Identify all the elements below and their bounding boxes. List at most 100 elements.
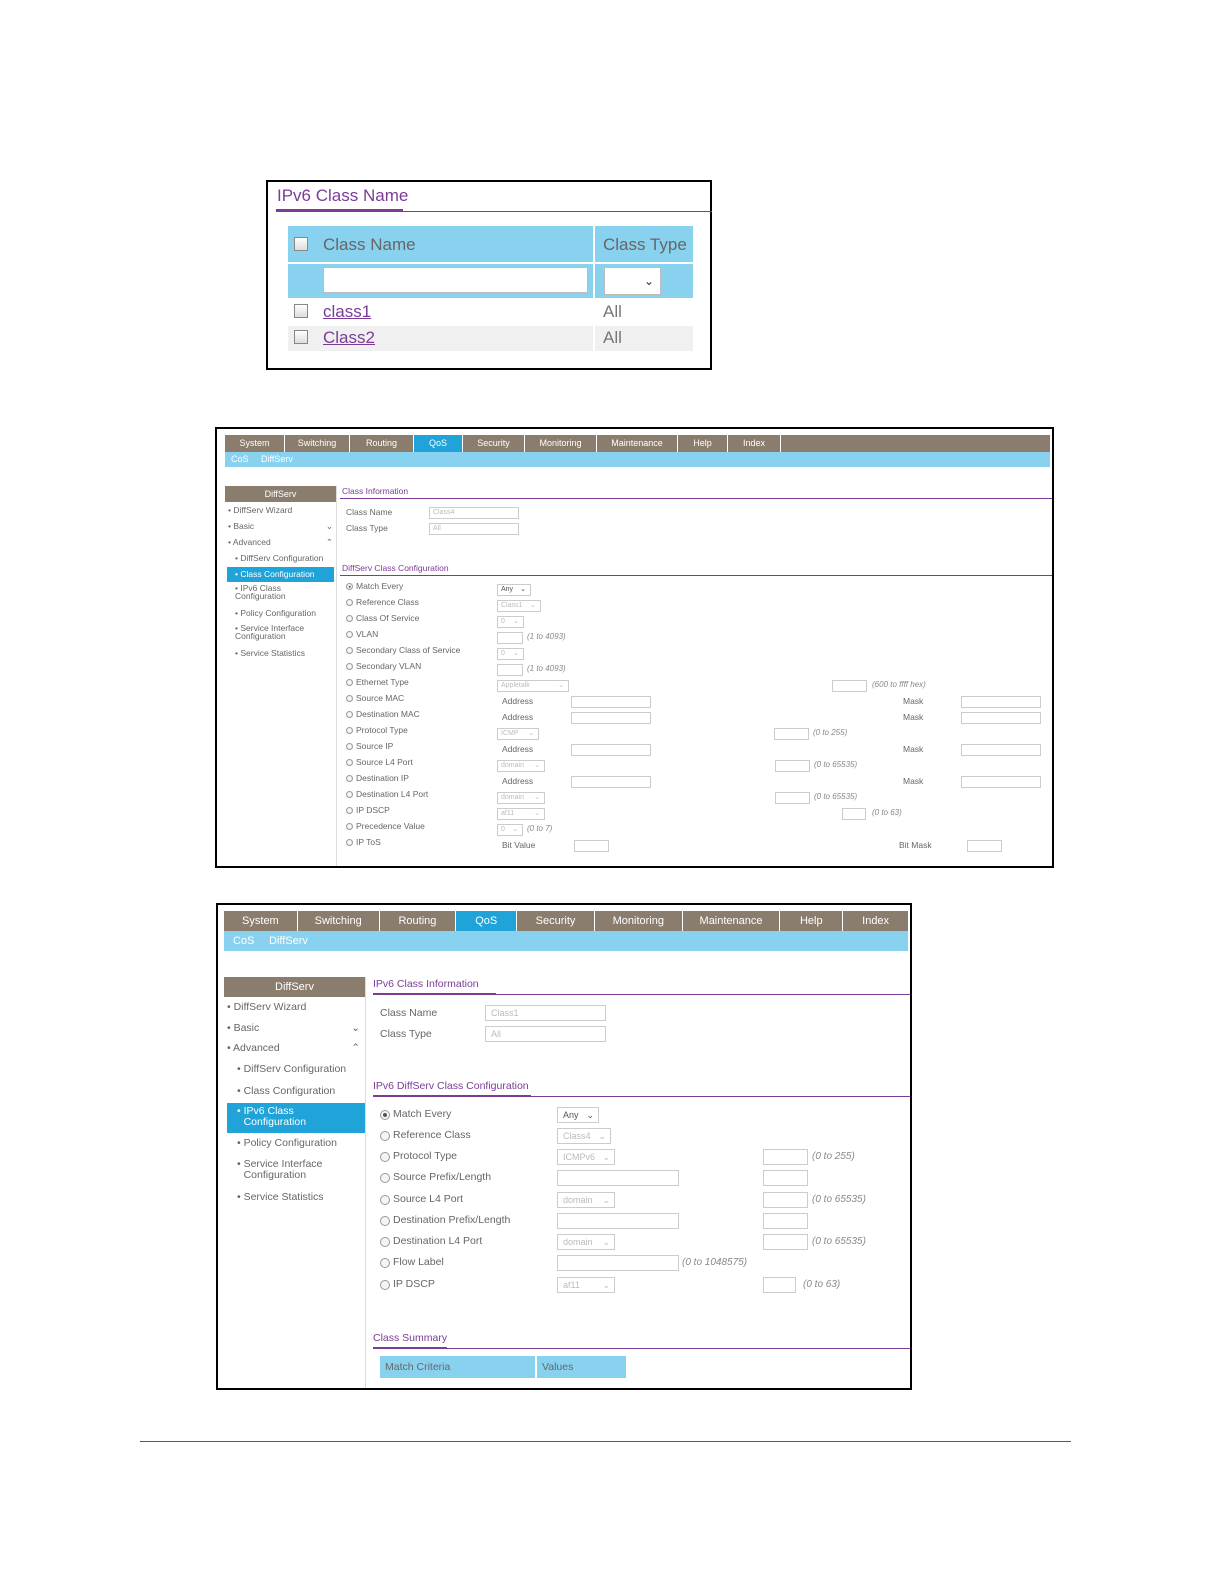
protocol-number-input[interactable] [774, 728, 809, 740]
destination-ip-mask-input[interactable] [961, 776, 1041, 788]
nav-security[interactable]: Security [463, 435, 525, 452]
destination-prefix-input[interactable] [557, 1213, 679, 1229]
ethernet-type-select[interactable]: Appletalk ⌄ [497, 680, 569, 692]
class-name-filter-input[interactable] [323, 267, 588, 293]
source-l4-port-input[interactable] [775, 760, 810, 772]
sidebar-item-basic[interactable]: • Basic ⌄ [228, 521, 333, 531]
destination-ip-address-input[interactable] [571, 776, 651, 788]
destination-prefix-length-input[interactable] [763, 1213, 808, 1229]
source-l4-port-radio[interactable] [346, 759, 353, 766]
vlan-radio[interactable] [346, 631, 353, 638]
sidebar-item-diffserv-configuration[interactable]: • DiffServ Configuration [235, 553, 323, 563]
class-of-service-radio[interactable] [346, 615, 353, 622]
source-mac-address-input[interactable] [571, 696, 651, 708]
source-l4-port-select[interactable]: domain ⌄ [497, 760, 545, 772]
sidebar-item-class-configuration[interactable]: • Class Configuration [227, 567, 334, 582]
nav-system[interactable]: System [225, 435, 285, 452]
secondary-vlan-input[interactable] [497, 664, 523, 676]
sidebar-item-advanced[interactable]: • Advanced ⌃ [227, 1042, 360, 1054]
sidebar-item-class-configuration[interactable]: • Class Configuration [237, 1085, 335, 1097]
nav-routing[interactable]: Routing [380, 911, 457, 931]
protocol-type-radio[interactable] [380, 1152, 390, 1162]
reference-class-select[interactable]: Class1 ⌄ [497, 600, 541, 612]
source-l4-port-input[interactable] [763, 1192, 808, 1208]
destination-l4-port-select[interactable]: domain ⌄ [557, 1234, 615, 1250]
match-every-select[interactable]: Any ⌄ [497, 584, 531, 596]
nav-switching[interactable]: Switching [298, 911, 380, 931]
sidebar-item-service-interface-configuration[interactable]: • Service Interface Configuration [237, 1159, 339, 1181]
ip-dscp-select[interactable]: af11 ⌄ [557, 1277, 615, 1293]
match-every-radio[interactable] [380, 1110, 390, 1120]
nav-help[interactable]: Help [780, 911, 844, 931]
ethernet-type-radio[interactable] [346, 679, 353, 686]
select-all-checkbox[interactable] [294, 237, 308, 251]
source-prefix-length-input[interactable] [763, 1170, 808, 1186]
destination-mac-address-input[interactable] [571, 712, 651, 724]
subnav-diffserv[interactable]: DiffServ [269, 935, 308, 947]
protocol-number-input[interactable] [763, 1149, 808, 1165]
source-ip-radio[interactable] [346, 743, 353, 750]
destination-prefix-length-radio[interactable] [380, 1216, 390, 1226]
ip-dscp-input[interactable] [763, 1277, 796, 1293]
nav-qos[interactable]: QoS [456, 911, 518, 931]
nav-maintenance[interactable]: Maintenance [597, 435, 678, 452]
destination-l4-port-radio[interactable] [380, 1237, 390, 1247]
sidebar-item-service-statistics[interactable]: • Service Statistics [235, 648, 305, 658]
subnav-diffserv[interactable]: DiffServ [261, 454, 293, 464]
precedence-value-select[interactable]: 0 ⌄ [497, 824, 523, 836]
sidebar-item-policy-configuration[interactable]: • Policy Configuration [235, 608, 316, 618]
protocol-type-select[interactable]: ICMPv6 ⌄ [557, 1149, 615, 1165]
destination-l4-port-input[interactable] [763, 1234, 808, 1250]
secondary-vlan-radio[interactable] [346, 663, 353, 670]
ip-dscp-radio[interactable] [380, 1280, 390, 1290]
ip-tos-radio[interactable] [346, 839, 353, 846]
class-name-field[interactable]: Class1 [485, 1005, 606, 1021]
precedence-value-radio[interactable] [346, 823, 353, 830]
sidebar-item-diffserv-configuration[interactable]: • DiffServ Configuration [237, 1063, 346, 1075]
subnav-cos[interactable]: CoS [233, 935, 254, 947]
nav-switching[interactable]: Switching [285, 435, 350, 452]
sidebar-item-advanced[interactable]: • Advanced ⌃ [228, 537, 333, 547]
reference-class-radio[interactable] [346, 599, 353, 606]
class-name-field[interactable]: Class4 [429, 507, 519, 519]
source-l4-port-select[interactable]: domain ⌄ [557, 1192, 615, 1208]
sidebar-item-basic[interactable]: • Basic ⌄ [227, 1022, 360, 1034]
destination-l4-port-radio[interactable] [346, 791, 353, 798]
row-checkbox[interactable] [294, 304, 308, 318]
sidebar-item-service-interface-configuration[interactable]: • Service Interface Configuration [235, 624, 325, 641]
reference-class-select[interactable]: Class4 ⌄ [557, 1128, 611, 1144]
nav-help[interactable]: Help [678, 435, 728, 452]
destination-ip-radio[interactable] [346, 775, 353, 782]
destination-mac-radio[interactable] [346, 711, 353, 718]
secondary-cos-select[interactable]: 0 ⌄ [497, 648, 524, 660]
nav-qos[interactable]: QoS [414, 435, 463, 452]
source-mac-mask-input[interactable] [961, 696, 1041, 708]
match-every-select[interactable]: Any ⌄ [557, 1107, 599, 1123]
nav-index[interactable]: Index [728, 435, 781, 452]
sidebar-item-diffserv-wizard[interactable]: • DiffServ Wizard [228, 505, 292, 515]
reference-class-radio[interactable] [380, 1131, 390, 1141]
nav-maintenance[interactable]: Maintenance [683, 911, 781, 931]
secondary-cos-radio[interactable] [346, 647, 353, 654]
column-header-class-type[interactable]: Class Type [603, 235, 687, 255]
class-of-service-select[interactable]: 0 ⌄ [497, 616, 524, 628]
subnav-cos[interactable]: CoS [231, 454, 249, 464]
class-type-field[interactable]: All [485, 1026, 606, 1042]
flow-label-input[interactable] [557, 1255, 679, 1271]
sidebar-item-policy-configuration[interactable]: • Policy Configuration [237, 1137, 337, 1149]
class-link[interactable]: class1 [323, 302, 371, 322]
ip-dscp-radio[interactable] [346, 807, 353, 814]
nav-routing[interactable]: Routing [350, 435, 414, 452]
nav-security[interactable]: Security [517, 911, 595, 931]
sidebar-item-diffserv-wizard[interactable]: • DiffServ Wizard [227, 1001, 306, 1013]
source-l4-port-radio[interactable] [380, 1195, 390, 1205]
nav-index[interactable]: Index [843, 911, 908, 931]
destination-l4-port-select[interactable]: domain ⌄ [497, 792, 545, 804]
protocol-type-radio[interactable] [346, 727, 353, 734]
sidebar-item-service-statistics[interactable]: • Service Statistics [237, 1191, 324, 1203]
match-every-radio[interactable] [346, 583, 353, 590]
nav-monitoring[interactable]: Monitoring [595, 911, 683, 931]
ethernet-type-hex-input[interactable] [832, 680, 867, 692]
source-prefix-input[interactable] [557, 1170, 679, 1186]
source-ip-mask-input[interactable] [961, 744, 1041, 756]
